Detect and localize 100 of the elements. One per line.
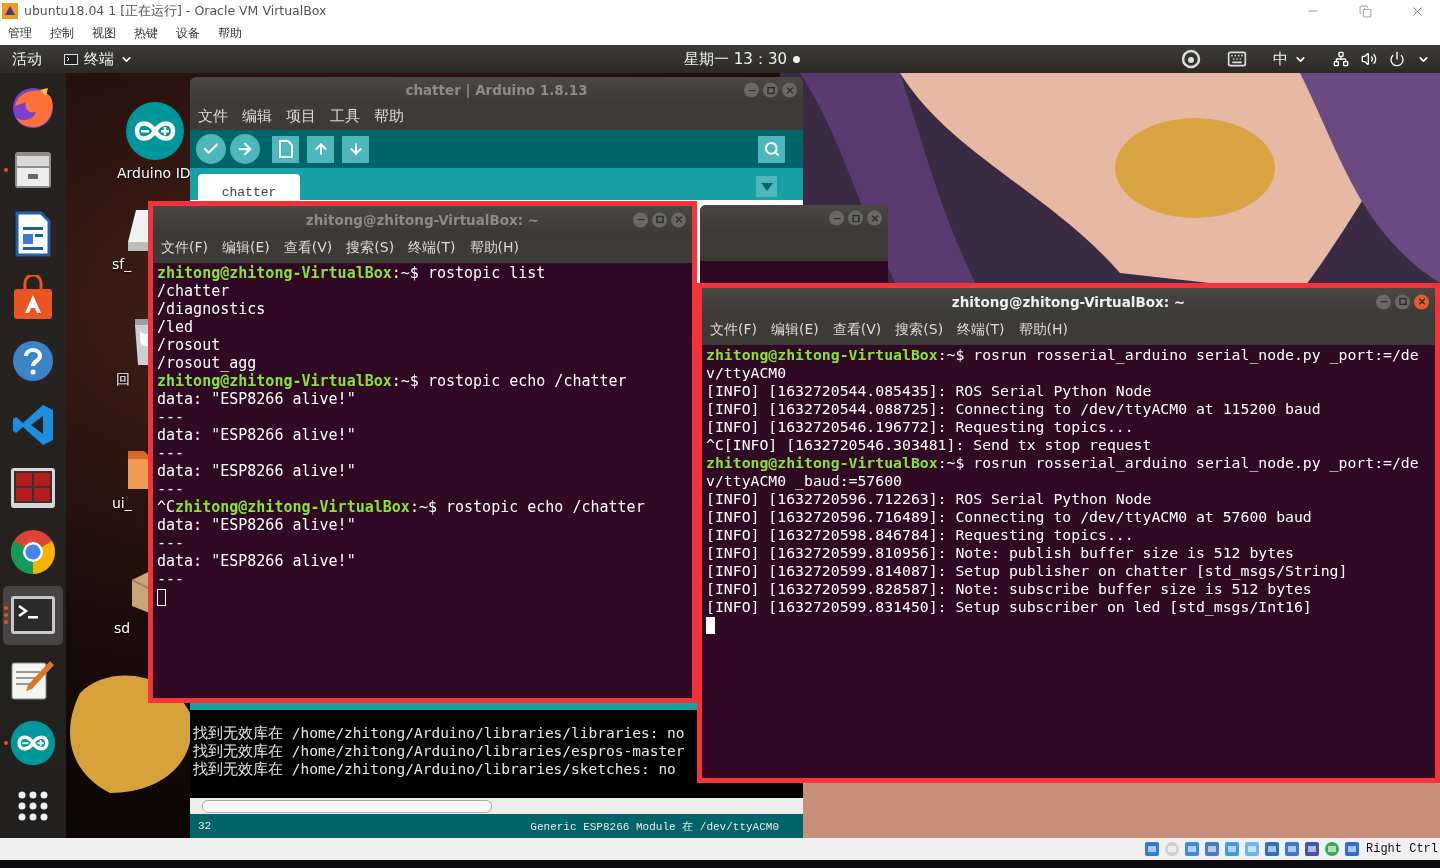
serial-monitor-button[interactable] (758, 135, 785, 163)
terminal-line: [INFO] [1632720596.716489]: Connecting to /dev/ttyACM0 at 57600 baud (706, 508, 1313, 526)
close-button[interactable] (867, 210, 882, 226)
terminal-icon (10, 595, 56, 636)
menu-item[interactable]: 帮助(H) (469, 239, 520, 257)
upload-button[interactable] (230, 134, 260, 164)
save-button[interactable] (342, 135, 369, 163)
terminal-line: [INFO] [1632720544.085435]: ROS Serial Python Node (706, 382, 1153, 400)
menu-item[interactable]: 文件(F) (710, 321, 757, 339)
tab-menu-button[interactable] (756, 176, 777, 197)
terminal-line: --- (157, 534, 186, 552)
minimize-button[interactable] (1376, 294, 1391, 309)
terminal-line: ^C[INFO] [1632720546.303481]: Send tx stop request (706, 436, 1153, 454)
maximize-icon (766, 86, 775, 94)
menu-item[interactable]: 热键 (134, 25, 158, 42)
arrow-right-icon (236, 140, 254, 158)
infinity-logo-icon (125, 101, 185, 161)
menu-item[interactable]: 视图 (92, 25, 116, 42)
menu-item[interactable]: 编辑 (242, 107, 272, 126)
desktop-icon-label[interactable]: sf_ (112, 256, 132, 272)
terminal-line: --- (157, 444, 186, 462)
close-button[interactable] (1414, 294, 1429, 309)
terminal-line: /led (157, 318, 195, 336)
scrollbar-thumb[interactable] (202, 799, 492, 813)
minimize-button[interactable] (633, 212, 648, 227)
terminal-line: data: "ESP8266 alive!" (157, 552, 357, 570)
desktop-icon-label[interactable]: Arduino ID (117, 165, 191, 181)
close-button[interactable] (782, 82, 797, 98)
horizontal-scrollbar[interactable] (190, 798, 803, 814)
terminal-icon (64, 53, 78, 65)
desktop-icon-label[interactable]: ui_ (112, 495, 132, 511)
window-title: zhitong@zhitong-VirtualBox: ~ (951, 293, 1186, 310)
menu-item[interactable]: 帮助 (374, 107, 404, 126)
menu-item[interactable]: 搜索(S) (346, 239, 395, 257)
file-tab[interactable]: chatter (198, 174, 300, 200)
desktop-icon-label[interactable]: 回 (116, 371, 130, 389)
host-key-label: Right Ctrl (1366, 842, 1438, 856)
maximize-button[interactable] (848, 210, 863, 226)
menu-item[interactable]: 终端(T) (957, 321, 1005, 339)
menu-item[interactable]: 帮助 (218, 25, 242, 42)
code-editor-icon (11, 402, 55, 447)
menu-item[interactable]: 查看(V) (832, 321, 882, 339)
close-icon (673, 214, 684, 225)
power-icon[interactable] (1389, 51, 1405, 67)
notification-dot (793, 55, 800, 63)
input-method-indicator[interactable]: 中 (1273, 49, 1288, 69)
document-icon (13, 210, 53, 257)
browser-icon (10, 528, 56, 575)
app-menu[interactable]: 终端 (84, 49, 114, 69)
menu-item[interactable]: 管理 (8, 25, 32, 42)
terminal-line: --- (157, 408, 186, 426)
new-button[interactable] (272, 135, 299, 163)
maximize-icon (1398, 297, 1407, 306)
infinity-logo-icon (10, 719, 56, 766)
terminal-line: v/ttyACM0 _baud:=57600 (706, 472, 903, 490)
dock-item[interactable] (3, 585, 63, 646)
window-title: ubuntu18.04 1 [正在运行] - Oracle VM VirtualBox (24, 2, 328, 20)
board-info: Generic ESP8266 Module 在 /dev/ttyACM0 (530, 819, 779, 834)
menu-item[interactable]: 设备 (176, 25, 200, 42)
window-title: chatter | Arduino 1.8.13 (405, 82, 588, 98)
menu-item[interactable]: 工具 (330, 107, 360, 126)
search-icon (763, 141, 780, 157)
terminal-line: data: "ESP8266 alive!" (157, 390, 357, 408)
terminal-line: data: "ESP8266 alive!" (157, 516, 357, 534)
menu-item[interactable]: 文件 (198, 107, 228, 126)
minimize-button[interactable] (829, 210, 844, 226)
minimize-button[interactable] (744, 82, 759, 98)
desktop-icon-label[interactable]: sd (114, 620, 131, 636)
menu-item[interactable]: 查看(V) (283, 239, 333, 257)
maximize-button[interactable] (652, 212, 667, 227)
terminal-line: [INFO] [1632720599.828587]: Note: subscribe buffer size is 512 bytes (706, 580, 1313, 598)
menu-item[interactable]: 文件(F) (161, 239, 208, 257)
clock[interactable]: 星期一 13：30 (684, 49, 787, 69)
terminal-line: /rosout_agg (157, 354, 258, 372)
verify-button[interactable] (196, 134, 226, 164)
maximize-button[interactable] (1395, 294, 1410, 309)
menu-item[interactable]: 帮助(H) (1018, 321, 1069, 339)
menu-item[interactable]: 终端(T) (408, 239, 456, 257)
volume-icon[interactable] (1361, 51, 1377, 67)
keyboard-icon[interactable] (1227, 49, 1247, 69)
menu-item[interactable]: 搜索(S) (895, 321, 944, 339)
terminal-line: [INFO] [1632720544.088725]: Connecting to /dev/ttyACM0 at 115200 baud (706, 400, 1322, 418)
maximize-icon (851, 214, 860, 222)
close-button[interactable] (671, 212, 686, 227)
menu-item[interactable]: 编辑(E) (771, 321, 819, 339)
maximize-button[interactable] (763, 82, 778, 98)
open-button[interactable] (307, 135, 334, 163)
maximize-icon (655, 215, 664, 224)
help-icon (11, 339, 55, 384)
menu-item[interactable]: 项目 (286, 107, 316, 126)
menu-item[interactable]: 编辑(E) (222, 239, 270, 257)
document-icon (278, 140, 293, 158)
triangle-down-icon (760, 182, 773, 191)
close-icon (869, 213, 880, 223)
console-line: 找到无效库在 /home/zhitong/Arduino/libraries/sketches: no (193, 760, 677, 778)
terminal-line: /chatter (157, 282, 231, 300)
terminal-line: [INFO] [1632720596.712263]: ROS Serial Python Node (706, 490, 1153, 508)
activities-button[interactable]: 活动 (12, 49, 42, 69)
menu-item[interactable]: 控制 (50, 25, 74, 42)
close-icon (1416, 296, 1427, 307)
